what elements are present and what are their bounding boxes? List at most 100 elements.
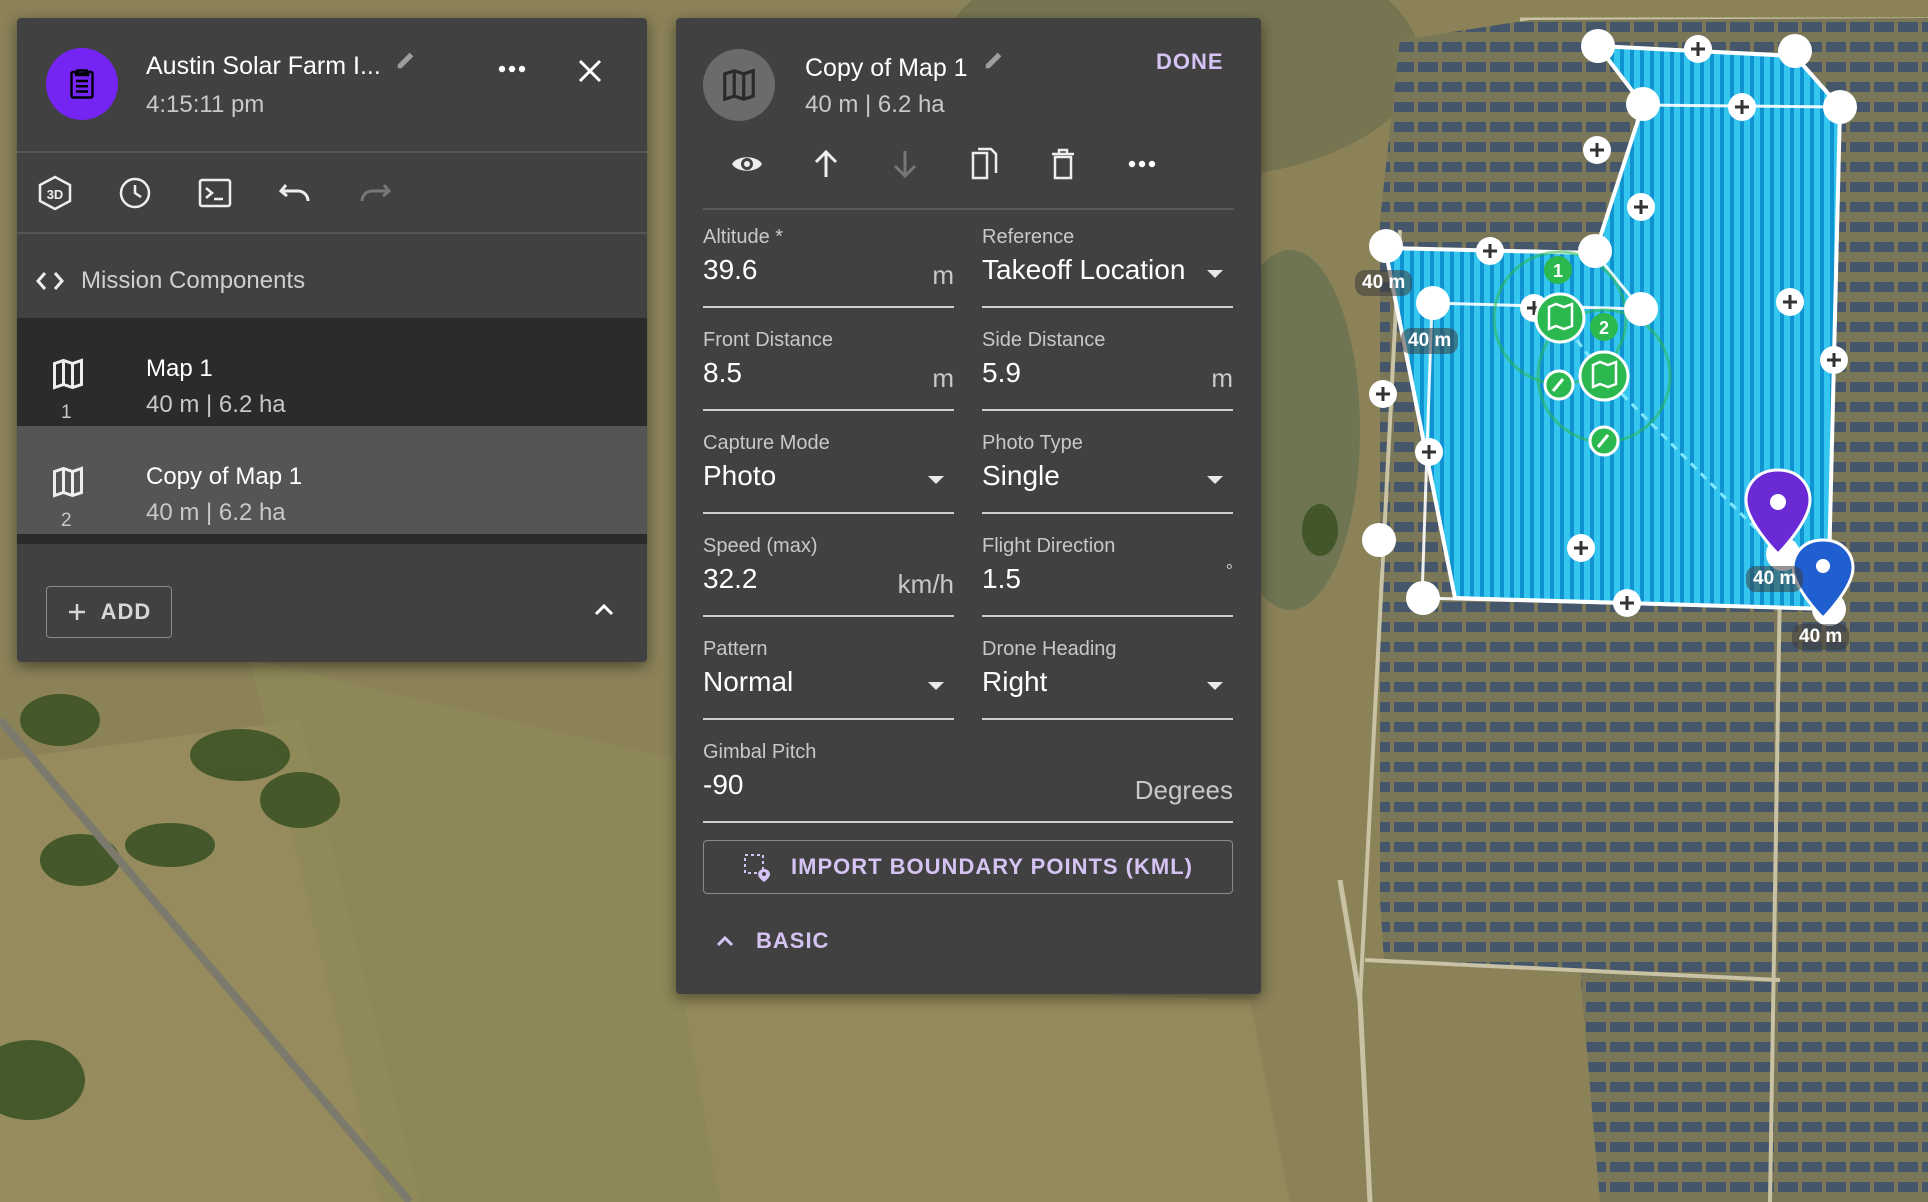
front-distance-label: Front Distance: [703, 329, 834, 351]
mission-time: 4:15:11 pm: [146, 91, 265, 118]
editor-title[interactable]: Copy of Map 1: [805, 54, 968, 83]
side-distance-value[interactable]: 5.9: [982, 357, 1021, 389]
flight-direction-unit: °: [1225, 561, 1233, 581]
map-icon: [50, 464, 86, 500]
map-icon: [50, 356, 86, 392]
side-distance-field[interactable]: Side Distance 5.9 m: [982, 329, 1233, 411]
altitude-value[interactable]: 39.6: [703, 254, 758, 286]
drone-heading-select[interactable]: Drone Heading Right: [982, 638, 1233, 720]
map-editor-panel: Copy of Map 1 40 m | 6.2 ha DONE Altitud…: [676, 18, 1261, 994]
item-name: Map 1: [146, 355, 213, 382]
flight-direction-value[interactable]: 1.5: [982, 563, 1021, 595]
front-distance-field[interactable]: Front Distance 8.5 m: [703, 329, 954, 411]
delete-icon[interactable]: [1043, 144, 1083, 184]
import-kml-button[interactable]: IMPORT BOUNDARY POINTS (KML): [703, 840, 1233, 894]
clock-icon[interactable]: [115, 173, 155, 213]
map-icon: [703, 49, 775, 121]
dropdown-caret-icon[interactable]: [1207, 270, 1223, 278]
altitude-label-map: 40 m: [1355, 270, 1413, 296]
copy-icon[interactable]: [964, 144, 1004, 184]
gimbal-pitch-label: Gimbal Pitch: [703, 741, 817, 763]
dropdown-caret-icon[interactable]: [928, 682, 944, 690]
list-item-map-1[interactable]: 1 Map 1 40 m | 6.2 ha: [17, 318, 647, 426]
altitude-label: Altitude *: [703, 226, 784, 248]
arrow-up-icon[interactable]: [806, 144, 846, 184]
reference-select[interactable]: Reference Takeoff Location: [982, 226, 1233, 308]
basic-label: BASIC: [756, 928, 830, 953]
speed-value[interactable]: 32.2: [703, 563, 758, 595]
item-details: 40 m | 6.2 ha: [146, 499, 286, 526]
flight-direction-field[interactable]: Flight Direction 1.5 °: [982, 535, 1233, 617]
chevron-up-icon[interactable]: [593, 602, 615, 616]
photo-type-label: Photo Type: [982, 432, 1083, 454]
more-horizontal-icon[interactable]: [1122, 144, 1162, 184]
divider: [17, 232, 647, 234]
capture-mode-select[interactable]: Capture Mode Photo: [703, 432, 954, 514]
item-details: 40 m | 6.2 ha: [146, 391, 286, 418]
mission-title[interactable]: Austin Solar Farm I...: [146, 52, 381, 81]
flight-direction-label: Flight Direction: [982, 535, 1116, 557]
3d-icon[interactable]: 3D: [35, 173, 75, 213]
gimbal-pitch-value[interactable]: -90: [703, 769, 743, 801]
divider: [703, 208, 1234, 210]
altitude-label-map: 40 m: [1401, 328, 1459, 354]
side-distance-unit: m: [1211, 363, 1233, 393]
mission-header: Austin Solar Farm I... 4:15:11 pm: [17, 18, 647, 151]
capture-mode-label: Capture Mode: [703, 432, 830, 454]
pencil-icon[interactable]: [395, 49, 417, 71]
done-button[interactable]: DONE: [1156, 49, 1224, 75]
more-horizontal-icon[interactable]: [497, 64, 527, 74]
item-index: 2: [61, 510, 72, 531]
side-distance-label: Side Distance: [982, 329, 1106, 351]
front-distance-value[interactable]: 8.5: [703, 357, 742, 389]
pencil-icon[interactable]: [983, 49, 1005, 71]
mission-panel: Austin Solar Farm I... 4:15:11 pm 3D Mis…: [17, 18, 647, 662]
altitude-label-map: 40 m: [1792, 624, 1850, 650]
reference-value[interactable]: Takeoff Location: [982, 254, 1185, 286]
dropdown-caret-icon[interactable]: [928, 476, 944, 484]
svg-text:1: 1: [1553, 261, 1563, 281]
mission-components-label: Mission Components: [81, 267, 306, 294]
import-boundary-icon: [743, 852, 771, 882]
close-icon[interactable]: [577, 58, 603, 84]
basic-toggle[interactable]: BASIC: [716, 928, 829, 954]
mission-toolbar: 3D: [35, 173, 395, 213]
reference-label: Reference: [982, 226, 1075, 248]
gimbal-pitch-field[interactable]: Gimbal Pitch -90 Degrees: [703, 741, 1233, 823]
clipboard-icon: [46, 48, 118, 120]
dropdown-caret-icon[interactable]: [1207, 682, 1223, 690]
svg-text:2: 2: [1599, 318, 1609, 338]
plus-icon: [67, 602, 87, 622]
add-component-button[interactable]: ADD: [46, 586, 172, 638]
pattern-select[interactable]: Pattern Normal: [703, 638, 954, 720]
front-distance-unit: m: [932, 363, 954, 393]
mission-components-header[interactable]: Mission Components: [35, 261, 305, 301]
eye-icon[interactable]: [727, 144, 767, 184]
undo-icon[interactable]: [275, 173, 315, 213]
pattern-label: Pattern: [703, 638, 768, 660]
speed-label: Speed (max): [703, 535, 818, 557]
item-name: Copy of Map 1: [146, 463, 303, 490]
terminal-icon[interactable]: [195, 173, 235, 213]
photo-type-value[interactable]: Single: [982, 460, 1060, 492]
speed-field[interactable]: Speed (max) 32.2 km/h: [703, 535, 954, 617]
altitude-unit: m: [932, 260, 954, 290]
pattern-value[interactable]: Normal: [703, 666, 793, 698]
arrow-down-icon[interactable]: [885, 144, 925, 184]
dropdown-caret-icon[interactable]: [1207, 476, 1223, 484]
list-item-copy-of-map-1[interactable]: 2 Copy of Map 1 40 m | 6.2 ha: [17, 426, 647, 534]
capture-mode-value[interactable]: Photo: [703, 460, 776, 492]
altitude-field[interactable]: Altitude * 39.6 m: [703, 226, 954, 308]
add-label: ADD: [100, 599, 152, 624]
drone-heading-value[interactable]: Right: [982, 666, 1047, 698]
photo-type-select[interactable]: Photo Type Single: [982, 432, 1233, 514]
gimbal-pitch-unit: Degrees: [1134, 775, 1233, 805]
svg-text:3D: 3D: [47, 187, 64, 202]
altitude-label-map: 40 m: [1746, 566, 1804, 592]
speed-unit: km/h: [897, 569, 954, 599]
import-kml-label: IMPORT BOUNDARY POINTS (KML): [791, 854, 1193, 879]
chevron-up-icon: [716, 935, 734, 947]
editor-actions: [727, 144, 1162, 184]
redo-icon[interactable]: [355, 173, 395, 213]
list-overflow: [17, 534, 647, 544]
